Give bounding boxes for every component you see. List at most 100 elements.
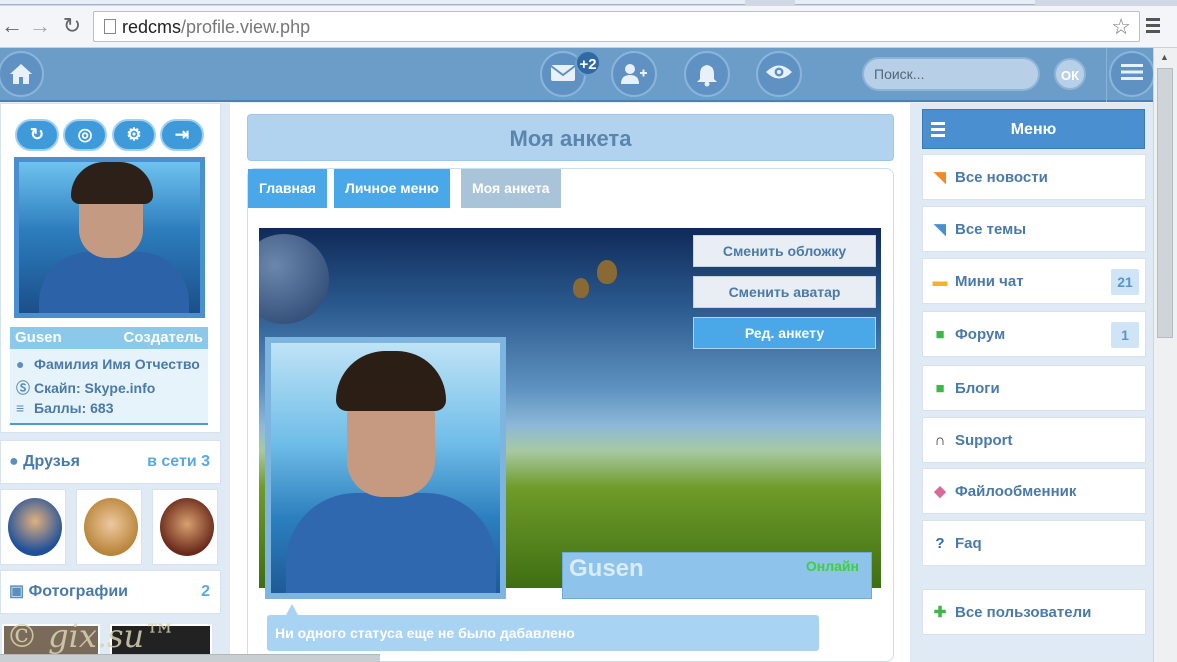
profile-role: Создатель xyxy=(123,329,203,346)
refresh-icon[interactable]: ↻ xyxy=(15,119,59,151)
headset-icon: ∩ xyxy=(934,432,946,449)
search-input[interactable]: Поиск... xyxy=(862,57,1040,91)
photos-icon: ▣ xyxy=(9,583,25,600)
page-title: Моя анкета xyxy=(247,114,894,161)
gamepad-icon[interactable]: ◎ xyxy=(63,119,107,151)
menu-item-count: 21 xyxy=(1111,269,1139,295)
guests-eye-icon[interactable] xyxy=(756,51,802,97)
bookmark-star-icon[interactable]: ☆ xyxy=(1111,14,1131,40)
rss-icon: ◥ xyxy=(934,221,946,238)
browser-tab[interactable] xyxy=(795,0,1035,5)
change-cover-button[interactable]: Сменить обложку xyxy=(693,235,876,267)
menu-item-label: Все пользователи xyxy=(955,604,1092,621)
change-avatar-button[interactable]: Сменить аватар xyxy=(693,276,876,308)
friend-avatar[interactable] xyxy=(0,489,66,565)
skype-row: Ⓢ Скайп: Skype.info xyxy=(16,378,155,398)
menu-item-label: Faq xyxy=(955,535,982,552)
forward-arrow-icon[interactable]: → xyxy=(28,14,52,38)
menu-item-all-users[interactable]: ✚ Все пользователи xyxy=(922,589,1146,635)
page-icon xyxy=(104,19,116,34)
points-row: ≡ Баллы: 683 xyxy=(16,400,114,416)
scrollbar-thumb[interactable] xyxy=(1157,68,1173,338)
user-icon: ● xyxy=(16,356,25,372)
tab-main[interactable]: Главная xyxy=(248,169,327,208)
menu-item-label: Все темы xyxy=(955,221,1027,238)
menu-item-support[interactable]: ∩ Support xyxy=(922,417,1146,463)
friends-icon: ● xyxy=(9,453,19,470)
menu-header: Меню xyxy=(922,109,1145,149)
profile-username[interactable]: Gusen xyxy=(15,329,62,346)
status-message[interactable]: Ни одного статуса еще не было дабавлено xyxy=(267,615,819,651)
menu-item-all-news[interactable]: ◥ Все новости xyxy=(922,154,1146,200)
profile-avatar-large[interactable] xyxy=(265,337,506,599)
menu-item-faq[interactable]: ? Faq xyxy=(922,520,1146,566)
skype-icon: Ⓢ xyxy=(16,380,30,396)
menu-item-blogs[interactable]: ■ Блоги xyxy=(922,365,1146,411)
horizontal-scrollbar[interactable] xyxy=(0,654,380,662)
online-status: Онлайн xyxy=(805,558,859,574)
full-name: Фамилия Имя Отчество xyxy=(34,356,200,372)
home-icon[interactable] xyxy=(0,51,44,97)
profile-info: ● Фамилия Имя Отчество Ⓢ Скайп: Skype.info… xyxy=(10,349,208,425)
scroll-up-icon[interactable]: ▲ xyxy=(1160,52,1169,62)
address-url[interactable]: redcms/profile.view.php xyxy=(122,17,310,38)
friends-online-count[interactable]: в сети 3 xyxy=(147,441,210,483)
logout-icon[interactable]: ⇥ xyxy=(160,119,204,151)
browser-toolbar: ← → ↻ redcms/profile.view.php ☆ xyxy=(0,6,1177,48)
profile-avatar[interactable] xyxy=(14,157,205,318)
tab-personal-menu[interactable]: Личное меню xyxy=(334,169,450,208)
chat-icon: ▬ xyxy=(932,273,948,290)
site-menu-button[interactable] xyxy=(1106,48,1155,102)
address-bar[interactable]: redcms/profile.view.php ☆ xyxy=(93,11,1140,42)
back-arrow-icon[interactable]: ← xyxy=(0,14,24,38)
menu-item-label: Мини чат xyxy=(955,273,1024,290)
messages-badge: +2 xyxy=(575,50,601,76)
blog-icon: ■ xyxy=(935,380,945,397)
menu-item-forum[interactable]: ■ Форум 1 xyxy=(922,311,1146,357)
menu-bars-icon xyxy=(931,122,945,140)
menu-item-label: Все новости xyxy=(955,169,1048,186)
hamburger-icon[interactable] xyxy=(1109,51,1155,97)
profile-name-card: Gusen Онлайн xyxy=(562,552,872,599)
status-pointer xyxy=(286,604,298,615)
search-ok-button[interactable]: ОК xyxy=(1054,58,1086,90)
menu-item-all-topics[interactable]: ◥ Все темы xyxy=(922,206,1146,252)
menu-item-label: Support xyxy=(955,432,1013,449)
notifications-bell-icon[interactable] xyxy=(684,51,730,97)
page-scrollbar[interactable]: ▲ xyxy=(1153,48,1177,662)
menu-item-file-exchange[interactable]: ◆ Файлообменник xyxy=(922,468,1146,514)
friends-title: Друзья xyxy=(23,453,80,470)
menu-item-mini-chat[interactable]: ▬ Мини чат 21 xyxy=(922,258,1146,304)
skype-value: Скайп: Skype.info xyxy=(34,380,156,396)
rss-icon: ◥ xyxy=(934,169,946,186)
cover-balloon xyxy=(597,260,617,284)
menu-title: Меню xyxy=(1010,121,1057,138)
tab-my-profile[interactable]: Моя анкета xyxy=(461,169,561,208)
forum-icon: ■ xyxy=(935,326,945,343)
site-header: +2 Поиск... ОК xyxy=(0,48,1155,102)
photos-header[interactable]: ▣ Фотографии 2 xyxy=(0,570,221,614)
card-username: Gusen xyxy=(569,555,644,582)
cover-balloon xyxy=(573,278,589,298)
profile-name-bar: Gusen Создатель xyxy=(10,327,208,349)
add-friend-icon[interactable] xyxy=(611,51,657,97)
edit-profile-button[interactable]: Ред. анкету xyxy=(693,317,876,349)
browser-tab-active[interactable] xyxy=(0,0,745,5)
browser-menu-icon[interactable] xyxy=(1146,18,1160,36)
reload-icon[interactable]: ↻ xyxy=(60,14,84,38)
full-name-row: ● Фамилия Имя Отчество xyxy=(16,356,200,372)
points-value: Баллы: 683 xyxy=(34,400,114,416)
cover-planet xyxy=(259,234,329,324)
url-host: redcms xyxy=(122,17,182,37)
help-icon: ? xyxy=(935,535,945,552)
menu-item-count: 1 xyxy=(1111,322,1139,348)
friends-header[interactable]: ● Друзья в сети 3 xyxy=(0,440,221,484)
files-icon: ◆ xyxy=(934,483,946,500)
coins-icon: ≡ xyxy=(16,400,25,416)
settings-gears-icon[interactable]: ⚙ xyxy=(112,119,156,151)
friend-avatar[interactable] xyxy=(152,489,218,565)
friend-avatar[interactable] xyxy=(76,489,142,565)
menu-item-label: Форум xyxy=(955,326,1006,343)
menu-item-label: Блоги xyxy=(955,380,1000,397)
users-icon: ✚ xyxy=(933,604,947,621)
